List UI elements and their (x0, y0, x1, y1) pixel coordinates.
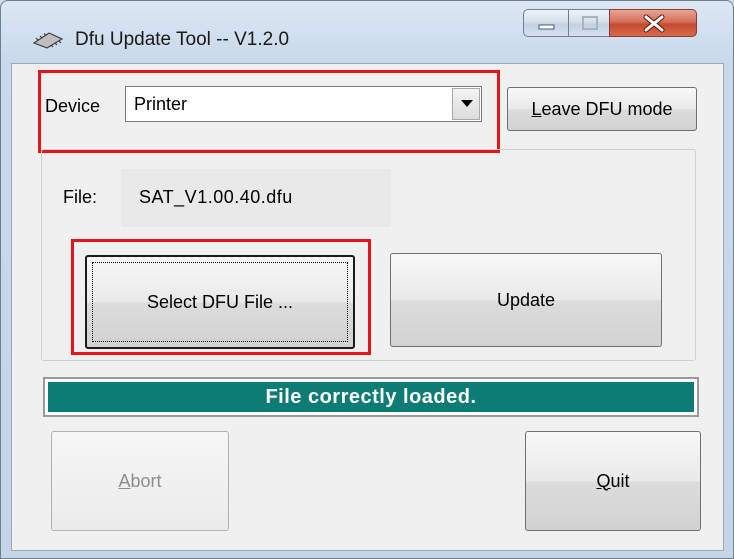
window-title: Dfu Update Tool -- V1.2.0 (75, 29, 290, 50)
quit-mnemonic: Q (596, 470, 611, 491)
leave-dfu-mnemonic: L (531, 98, 542, 119)
minimize-icon (538, 24, 555, 30)
maximize-icon (582, 16, 598, 30)
close-button[interactable] (609, 9, 697, 37)
chip-icon (31, 29, 65, 49)
abort-button[interactable]: Abort (51, 431, 229, 531)
minimize-button[interactable] (523, 9, 569, 37)
file-path-value: SAT_V1.00.40.dfu (139, 187, 293, 207)
select-file-highlight-box (71, 239, 371, 355)
abort-label: bort (130, 470, 162, 491)
status-bar: File correctly loaded. (43, 377, 699, 417)
close-icon (643, 14, 665, 33)
quit-label: uit (610, 470, 630, 491)
device-highlight-box (38, 70, 500, 153)
title-bar[interactable]: Dfu Update Tool -- V1.2.0 (1, 1, 734, 63)
leave-dfu-label: eave DFU mode (541, 98, 673, 119)
maximize-button[interactable] (568, 9, 610, 37)
status-message: File correctly loaded. (48, 382, 694, 412)
quit-button[interactable]: Quit (525, 431, 701, 531)
file-label: File: (63, 187, 98, 207)
leave-dfu-mode-button[interactable]: Leave DFU mode (507, 87, 697, 131)
update-label: Update (496, 289, 556, 310)
app-window: Dfu Update Tool -- V1.2.0 Device Printer… (0, 0, 734, 559)
abort-mnemonic: A (118, 470, 131, 491)
update-button[interactable]: Update (390, 253, 662, 347)
caption-buttons (523, 9, 697, 39)
